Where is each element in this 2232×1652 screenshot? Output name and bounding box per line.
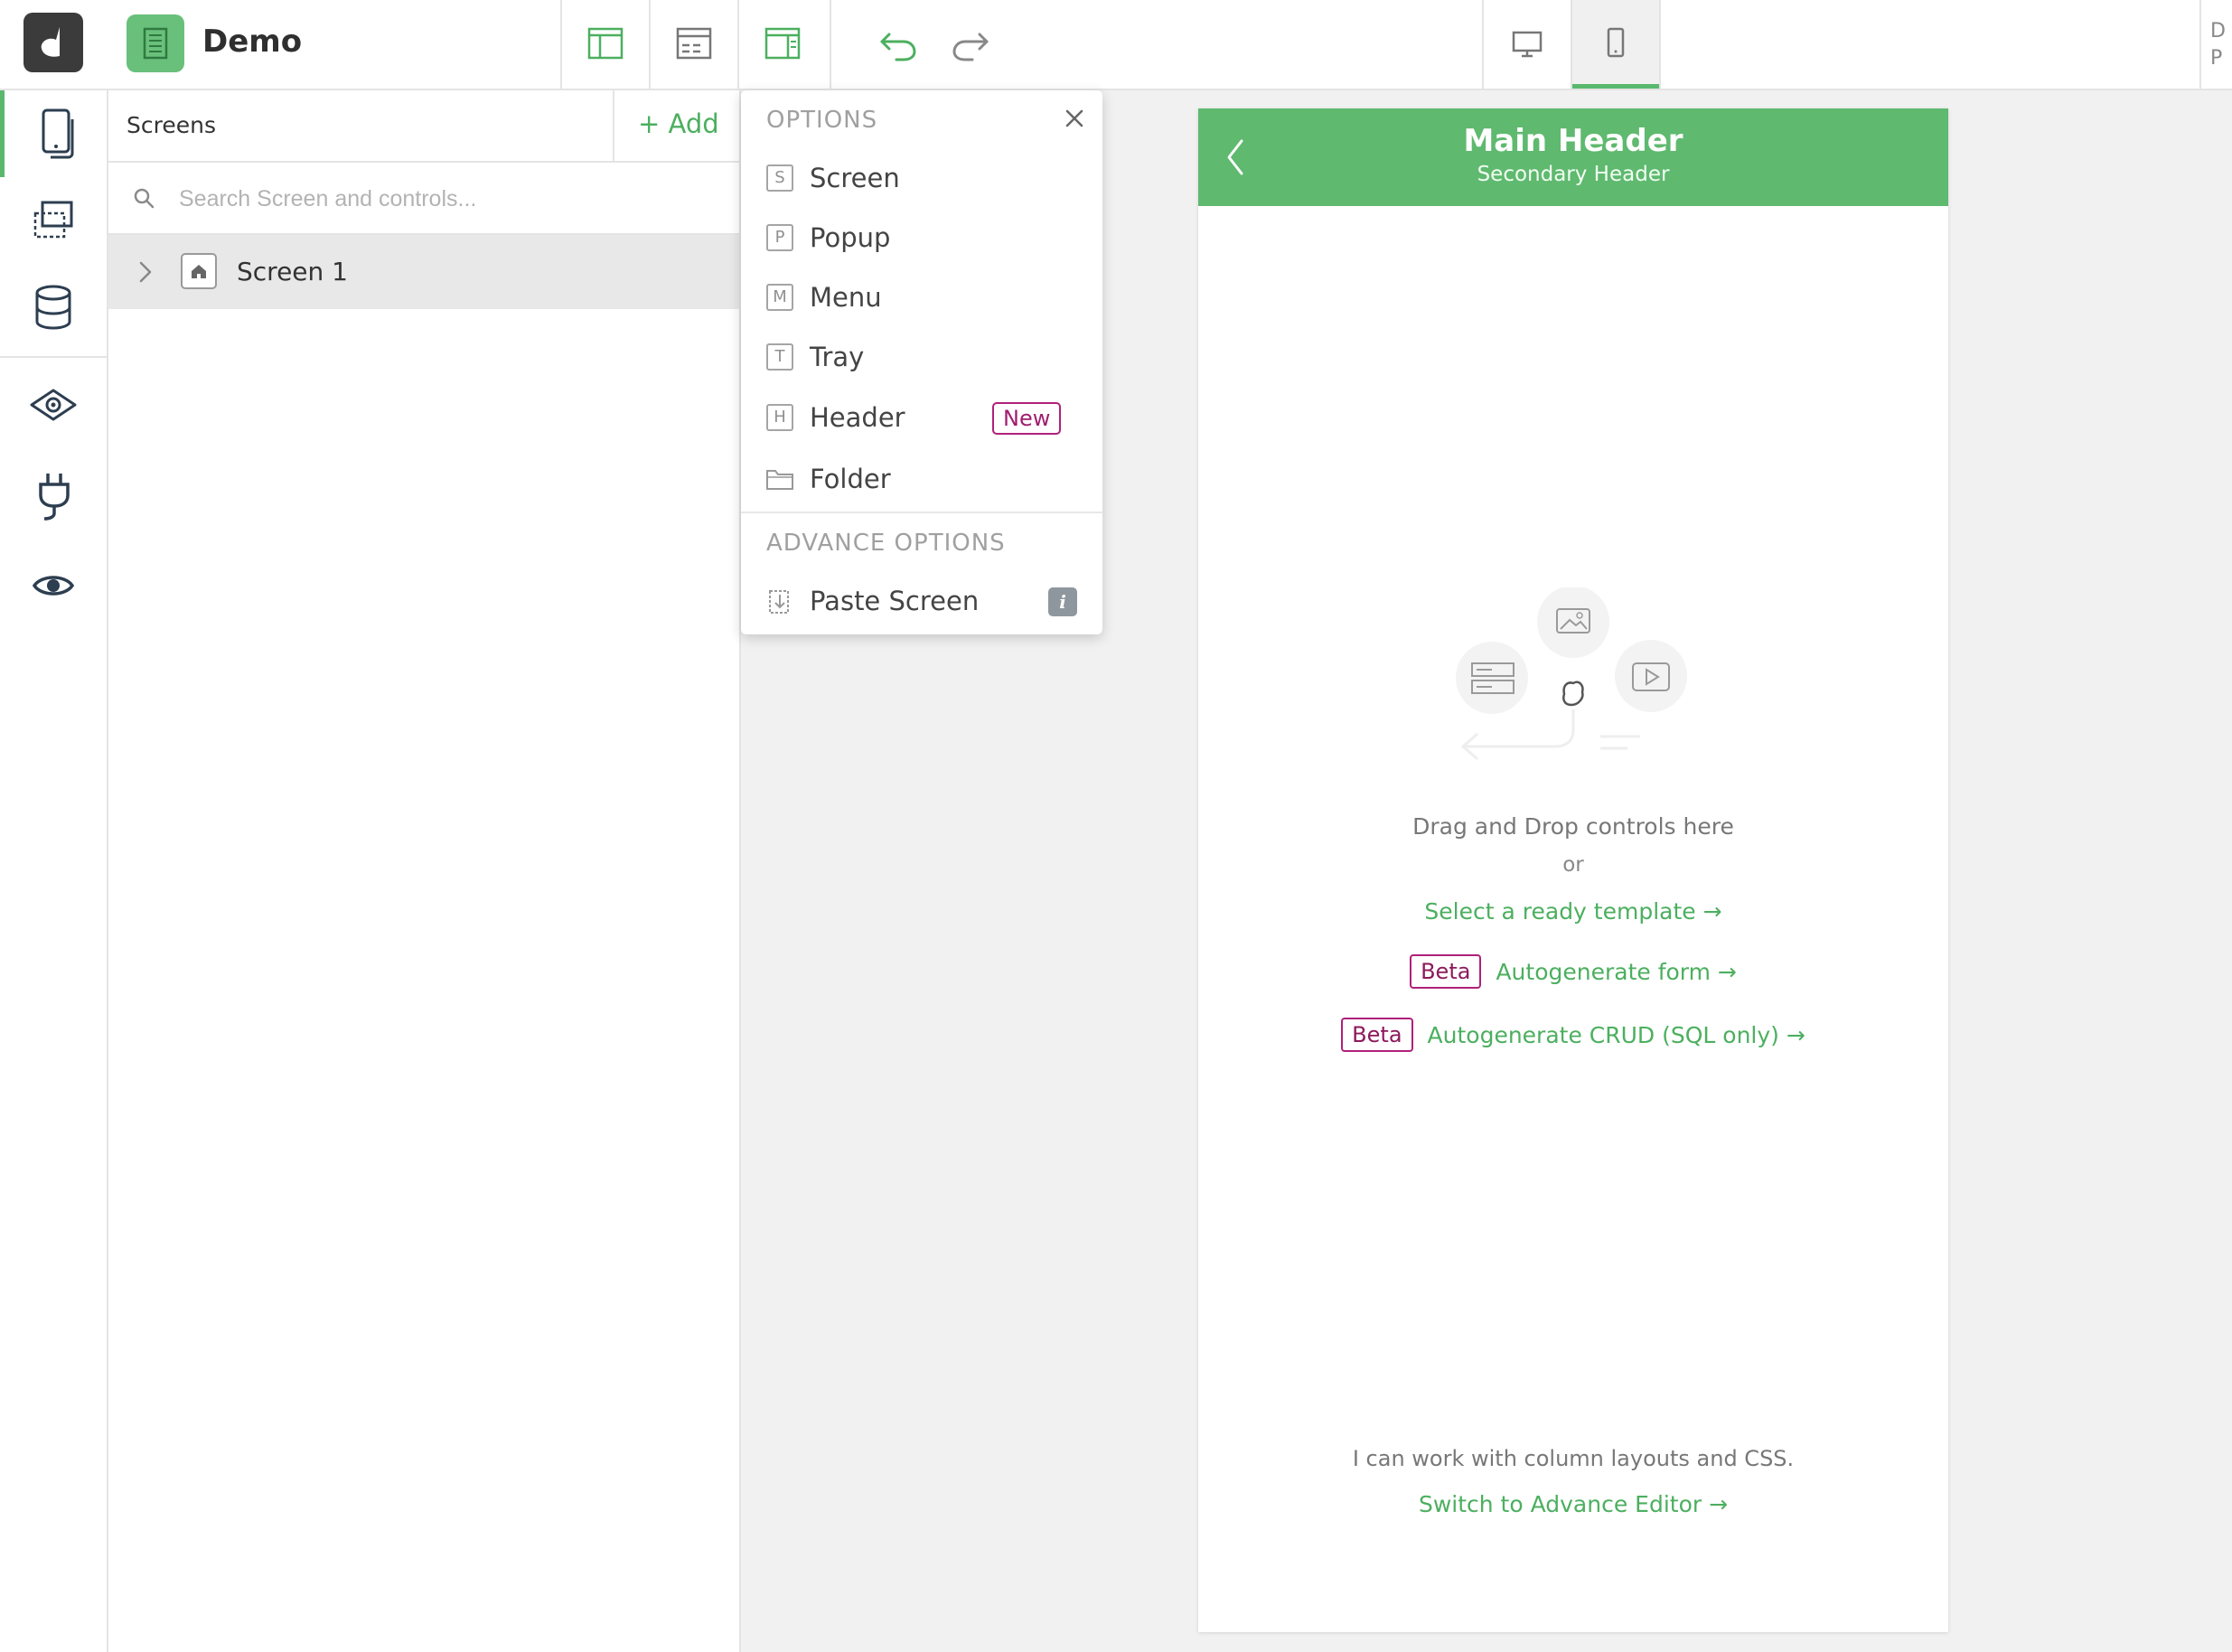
- autogenerate-crud-link[interactable]: Autogenerate CRUD (SQL only) →: [1428, 1022, 1805, 1048]
- plug-icon: [39, 474, 70, 521]
- drag-drop-illustration-icon: [1456, 587, 1687, 761]
- desktop-icon: [1512, 31, 1543, 58]
- switch-advance-editor-link[interactable]: Switch to Advance Editor →: [1198, 1491, 1948, 1517]
- database-icon: [35, 285, 71, 330]
- header-divider: [613, 90, 614, 161]
- menu-item-label: Menu: [810, 282, 882, 313]
- menu-item-menu[interactable]: M Menu: [741, 269, 1102, 329]
- popup-letter-icon: P: [766, 224, 793, 251]
- app-logo[interactable]: [23, 13, 83, 72]
- undo-icon: [880, 33, 916, 61]
- layout-left-button[interactable]: [562, 0, 649, 87]
- top-right-cut-text: D P: [2210, 20, 2226, 70]
- menu-item-label: Tray: [810, 342, 865, 372]
- phone-header: Main Header Secondary Header: [1198, 108, 1948, 206]
- paste-icon: [769, 590, 789, 614]
- top-bar: Demo D P: [0, 0, 2232, 90]
- mobile-icon: [1607, 27, 1625, 57]
- panel-title: Screens: [127, 112, 216, 138]
- menu-letter-icon: M: [766, 284, 793, 311]
- left-nav: [0, 90, 108, 1652]
- menu-item-popup[interactable]: P Popup: [741, 210, 1102, 269]
- toolbar-divider: [1659, 0, 1661, 89]
- layout-right-icon: [764, 27, 801, 60]
- column-layouts-text: I can work with column layouts and CSS.: [1352, 1446, 1795, 1471]
- add-button[interactable]: + Add: [638, 108, 719, 139]
- header-letter-icon: H: [766, 404, 793, 431]
- phone-preview: Main Header Secondary Header Drag and Dr…: [1198, 108, 1948, 1632]
- chevron-right-icon[interactable]: [136, 260, 155, 284]
- layout-table-icon: [676, 27, 712, 60]
- eye-icon: [32, 576, 75, 596]
- menu-item-label: Popup: [810, 222, 891, 253]
- layout-left-icon: [587, 27, 624, 60]
- view-icon: [30, 389, 77, 421]
- toolbar-divider: [830, 0, 831, 89]
- project-icon[interactable]: [127, 14, 184, 72]
- drag-drop-hint: Drag and Drop controls here: [1412, 813, 1734, 840]
- device-mobile-button[interactable]: [1572, 0, 1659, 89]
- info-icon[interactable]: i: [1048, 587, 1077, 616]
- logo-icon: [41, 27, 60, 57]
- autogenerate-crud-row: Beta Autogenerate CRUD (SQL only) →: [1198, 1018, 1948, 1052]
- autogenerate-form-link[interactable]: Autogenerate form →: [1496, 959, 1736, 985]
- redo-button[interactable]: [927, 0, 1014, 87]
- panel-header: Screens + Add: [108, 90, 739, 163]
- menu-item-tray[interactable]: T Tray: [741, 329, 1102, 389]
- nav-layers[interactable]: [0, 177, 107, 264]
- folder-icon: [766, 470, 793, 490]
- menu-item-label: Folder: [810, 464, 891, 494]
- secondary-header: Secondary Header: [1477, 163, 1670, 186]
- nav-view[interactable]: [0, 361, 107, 448]
- screens-icon: [42, 108, 73, 159]
- add-dropdown-menu: OPTIONS S Screen P Popup M Menu T Tray H…: [741, 90, 1102, 634]
- close-icon[interactable]: [1061, 105, 1088, 132]
- menu-item-label: Paste Screen: [810, 586, 980, 616]
- beta-badge: Beta: [1341, 1018, 1413, 1052]
- options-heading: OPTIONS: [766, 107, 878, 134]
- redo-icon: [952, 33, 989, 61]
- or-text: or: [1562, 853, 1584, 877]
- menu-divider: [741, 512, 1102, 513]
- nav-plugins[interactable]: [0, 452, 107, 539]
- menu-item-label: Screen: [810, 163, 900, 193]
- main-header: Main Header: [1463, 123, 1683, 159]
- layout-table-button[interactable]: [651, 0, 737, 87]
- search-input[interactable]: [177, 179, 723, 219]
- autogenerate-form-row: Beta Autogenerate form →: [1198, 954, 1948, 989]
- toolbar-divider: [2199, 0, 2201, 89]
- nav-screens[interactable]: [0, 90, 107, 177]
- menu-item-paste-screen[interactable]: Paste Screen i: [741, 573, 1102, 633]
- layout-right-button[interactable]: [739, 0, 826, 87]
- building-icon: [143, 27, 168, 60]
- layers-icon: [33, 201, 73, 239]
- nav-database[interactable]: [0, 264, 107, 351]
- tree-item-label: Screen 1: [237, 257, 348, 286]
- select-template-link[interactable]: Select a ready template →: [1198, 898, 1948, 925]
- screen-letter-icon: S: [766, 164, 793, 192]
- new-badge: New: [992, 402, 1062, 435]
- search-row: [108, 163, 739, 235]
- advance-options-heading: ADVANCE OPTIONS: [766, 530, 1006, 557]
- menu-item-folder[interactable]: Folder: [741, 451, 1102, 511]
- search-icon: [134, 188, 155, 209]
- nav-preview[interactable]: [0, 542, 107, 629]
- menu-item-header[interactable]: H Header New: [741, 390, 1102, 449]
- home-icon: [181, 253, 217, 289]
- tray-letter-icon: T: [766, 343, 793, 371]
- beta-badge: Beta: [1410, 954, 1482, 989]
- nav-divider: [0, 356, 107, 358]
- menu-item-screen[interactable]: S Screen: [741, 150, 1102, 210]
- menu-item-label: Header: [810, 402, 905, 433]
- screens-panel: Screens + Add Screen 1: [108, 90, 741, 1652]
- tree-item-screen-1[interactable]: Screen 1: [108, 235, 739, 309]
- project-name: Demo: [202, 23, 303, 60]
- device-desktop-button[interactable]: [1484, 0, 1571, 87]
